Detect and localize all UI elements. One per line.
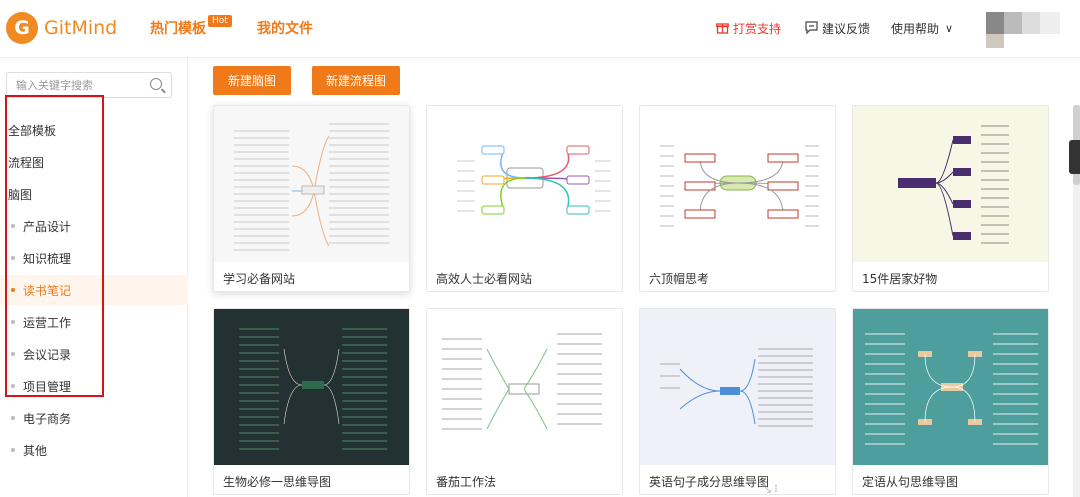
template-thumbnail[interactable]	[214, 106, 409, 262]
gift-icon	[716, 21, 729, 37]
template-thumbnail[interactable]	[853, 309, 1048, 465]
new-flowchart-button[interactable]: 新建流程图	[312, 66, 400, 95]
template-thumbnail[interactable]	[427, 309, 622, 465]
hot-badge: Hot	[208, 15, 232, 27]
feedback-label: 建议反馈	[822, 22, 871, 36]
sidebar-item[interactable]: 读书笔记	[0, 275, 188, 305]
template-card[interactable]: 定语从句思维导图	[852, 308, 1049, 495]
search-placeholder: 输入关键字搜索	[16, 79, 93, 92]
template-title: 生物必修一思维导图	[223, 475, 332, 489]
sidebar-item-label: 项目管理	[23, 379, 72, 394]
bullet-icon	[11, 448, 15, 452]
sidebar-item[interactable]: 脑图	[0, 179, 188, 209]
gitmind-logo[interactable]: G GitMind	[6, 12, 117, 44]
reward-button[interactable]: 打赏支持	[716, 20, 781, 37]
template-card[interactable]: 番茄工作法	[426, 308, 623, 495]
bullet-icon	[11, 352, 15, 356]
chevron-down-icon: ∨	[945, 22, 954, 35]
sidebar-item-label: 流程图	[8, 155, 45, 170]
sidebar-item[interactable]: 流程图	[0, 147, 188, 177]
feedback-button[interactable]: 建议反馈	[805, 20, 870, 37]
sidebar-item[interactable]: 全部模板	[0, 115, 188, 145]
template-title: 学习必备网站	[223, 272, 296, 286]
sidebar-item-label: 会议记录	[23, 347, 72, 362]
template-card[interactable]: 高效人士必看网站	[426, 105, 623, 292]
reward-label: 打赏支持	[733, 22, 782, 36]
bullet-icon	[11, 416, 15, 420]
template-title: 高效人士必看网站	[436, 272, 533, 286]
bullet-icon	[11, 288, 15, 292]
template-thumbnail[interactable]	[640, 106, 835, 262]
sidebar-item-label: 其他	[23, 443, 48, 458]
sidebar-item[interactable]: 产品设计	[0, 211, 188, 241]
bullet-icon	[11, 320, 15, 324]
template-thumbnail[interactable]	[640, 309, 835, 465]
template-title: 英语句子成分思维导图	[649, 475, 770, 489]
sidebar-item[interactable]: 运营工作	[0, 307, 188, 337]
template-card[interactable]: 英语句子成分思维导图	[639, 308, 836, 495]
sidebar-item[interactable]: 会议记录	[0, 339, 188, 369]
sidebar: 输入关键字搜索 全部模板流程图脑图产品设计知识梳理读书笔记运营工作会议记录项目管…	[0, 58, 188, 497]
logo-text: GitMind	[44, 17, 118, 39]
sidebar-item[interactable]: 项目管理	[0, 371, 188, 401]
sidebar-item[interactable]: 知识梳理	[0, 243, 188, 273]
feedback-icon	[805, 20, 818, 37]
sidebar-item-label: 产品设计	[23, 219, 72, 234]
template-thumbnail[interactable]	[853, 106, 1048, 262]
template-title: 定语从句思维导图	[862, 475, 959, 489]
sidebar-item[interactable]: 其他	[0, 435, 188, 465]
template-title: 六顶帽思考	[649, 272, 710, 286]
avatar-fragment	[986, 34, 1004, 48]
nav-hot-templates[interactable]: 热门模板	[150, 18, 206, 38]
template-title: 番茄工作法	[436, 475, 497, 489]
sidebar-item-label: 脑图	[8, 187, 33, 202]
bullet-icon	[11, 384, 15, 388]
help-label: 使用帮助	[891, 22, 940, 36]
avatar[interactable]	[986, 12, 1061, 34]
new-mindmap-button[interactable]: 新建脑图	[213, 66, 291, 95]
logo-icon: G	[6, 12, 38, 44]
template-title: 15件居家好物	[862, 272, 938, 286]
help-menu[interactable]: 使用帮助 ∨	[891, 20, 953, 37]
sidebar-item-label: 知识梳理	[23, 251, 72, 266]
side-panel-handle[interactable]	[1069, 140, 1080, 174]
template-thumbnail[interactable]	[214, 309, 409, 465]
template-card[interactable]: 学习必备网站	[213, 105, 410, 292]
sidebar-item-label: 读书笔记	[23, 283, 72, 298]
top-header: G GitMind 热门模板 Hot 我的文件 打赏支持 建议反馈 使用帮助 ∨	[0, 0, 1080, 58]
template-card[interactable]: 生物必修一思维导图	[213, 308, 410, 495]
bullet-icon	[11, 224, 15, 228]
sidebar-item-label: 全部模板	[8, 123, 57, 138]
sidebar-item-label: 电子商务	[23, 411, 72, 426]
sidebar-item-label: 运营工作	[23, 315, 72, 330]
template-thumbnail[interactable]	[427, 106, 622, 262]
bullet-icon	[11, 256, 15, 260]
nav-my-files[interactable]: 我的文件	[257, 18, 313, 38]
sidebar-item[interactable]: 电子商务	[0, 403, 188, 433]
search-icon[interactable]	[150, 78, 162, 90]
search-input[interactable]: 输入关键字搜索	[6, 72, 172, 98]
template-card[interactable]: 六顶帽思考	[639, 105, 836, 292]
template-card[interactable]: 15件居家好物	[852, 105, 1049, 292]
resize-icon: ⤡ ⁝	[762, 482, 778, 495]
